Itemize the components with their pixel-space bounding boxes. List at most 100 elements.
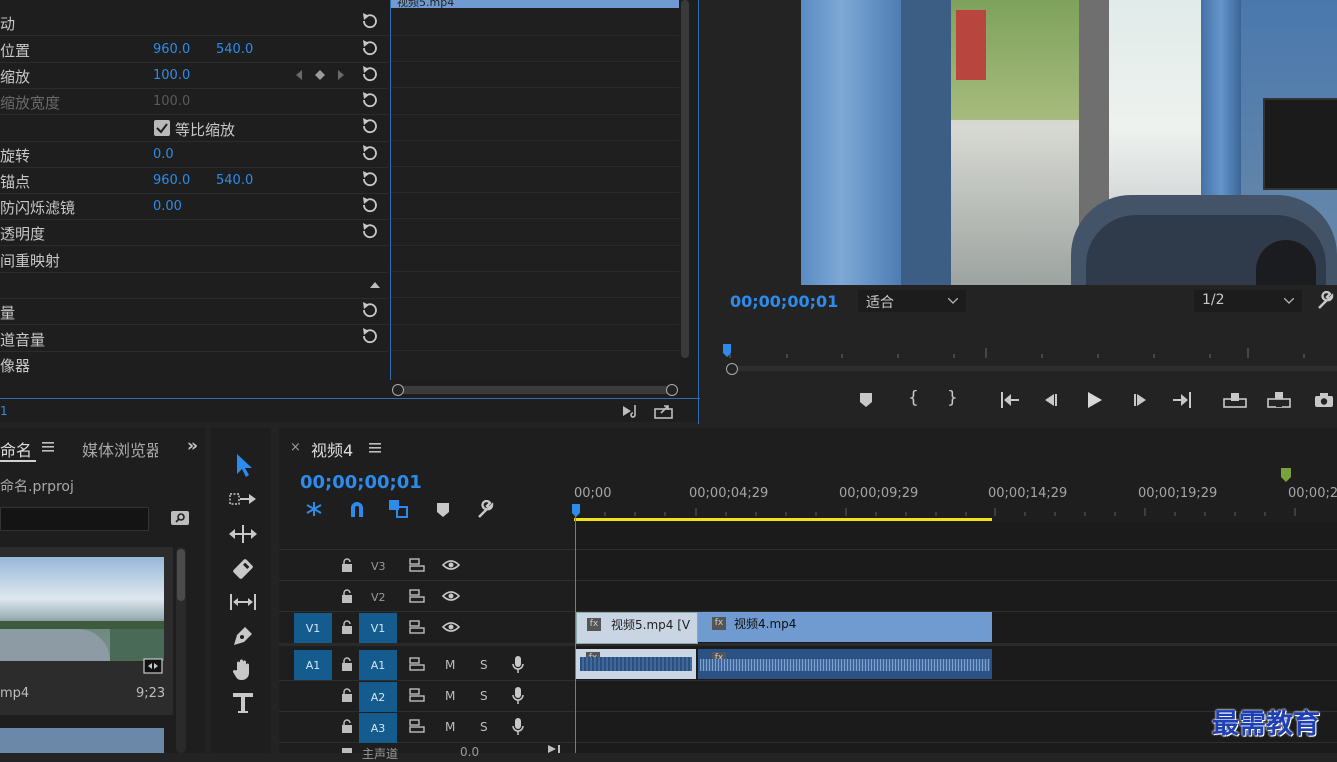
program-scrollbar[interactable] xyxy=(726,363,1337,375)
marker-icon[interactable] xyxy=(1281,468,1291,482)
razor-tool-icon[interactable] xyxy=(231,558,255,580)
sync-lock-icon[interactable] xyxy=(409,620,425,634)
program-video-frame[interactable] xyxy=(801,0,1337,285)
program-timecode[interactable]: 00;00;00;01 xyxy=(730,292,838,311)
source-patch-a1[interactable]: A1 xyxy=(294,650,332,680)
time-ruler[interactable]: 00;00 00;00;04;29 00;00;09;29 00;00;14;2… xyxy=(574,482,1337,522)
microphone-icon[interactable] xyxy=(512,687,524,705)
effect-row-panner[interactable]: 像器 xyxy=(0,351,388,377)
audio-clip-2[interactable]: fx xyxy=(698,649,992,679)
track-v3-label[interactable]: V3 xyxy=(371,560,386,573)
work-area-bar[interactable] xyxy=(574,518,992,521)
fx-badge-icon[interactable]: fx xyxy=(587,618,601,631)
track-a3-label[interactable]: A3 xyxy=(359,713,397,743)
project-thumbnail[interactable]: mp4 9;23 xyxy=(0,547,173,715)
panel-menu-icon[interactable] xyxy=(369,443,381,453)
play-audio-only-icon[interactable] xyxy=(621,403,641,419)
solo-button[interactable]: S xyxy=(480,689,488,703)
sync-lock-icon[interactable] xyxy=(409,589,425,603)
program-ruler[interactable] xyxy=(724,344,1337,358)
lock-icon[interactable] xyxy=(341,620,353,634)
eye-icon[interactable] xyxy=(442,559,460,571)
close-tab-icon[interactable]: × xyxy=(290,440,301,455)
reset-icon[interactable] xyxy=(360,91,378,109)
tab-sequence[interactable]: 视频4 xyxy=(311,437,353,461)
go-to-end-icon[interactable] xyxy=(548,745,564,753)
sync-lock-icon[interactable] xyxy=(409,657,425,671)
effect-hscrollbar[interactable] xyxy=(392,384,678,396)
project-search-input[interactable] xyxy=(0,507,149,531)
step-back-icon[interactable] xyxy=(1043,392,1059,408)
sync-lock-icon[interactable] xyxy=(409,719,425,733)
sync-lock-icon[interactable] xyxy=(409,558,425,572)
audio-clip-1[interactable]: fx xyxy=(576,649,696,679)
linked-selection-icon[interactable] xyxy=(388,499,410,519)
video-clip-1[interactable]: fx 视频5.mp4 [V xyxy=(576,612,698,644)
sequence-timecode[interactable]: 00;00;00;01 xyxy=(300,472,422,493)
reset-icon[interactable] xyxy=(360,327,378,345)
lock-icon[interactable] xyxy=(341,558,353,572)
video-clip-2[interactable]: fx 视频4.mp4 xyxy=(698,612,992,642)
add-marker-icon[interactable] xyxy=(860,393,872,407)
find-icon[interactable] xyxy=(171,511,189,525)
go-to-out-icon[interactable] xyxy=(1172,392,1192,408)
fx-badge-icon[interactable]: fx xyxy=(712,617,726,630)
reset-icon[interactable] xyxy=(360,301,378,319)
panel-menu-icon[interactable] xyxy=(42,442,54,452)
mark-out-icon[interactable]: } xyxy=(947,388,958,408)
export-frame-icon[interactable] xyxy=(654,403,674,419)
extract-icon[interactable] xyxy=(1267,391,1291,409)
track-select-tool-icon[interactable] xyxy=(229,490,257,508)
source-patch-v1[interactable]: V1 xyxy=(294,613,332,643)
project-thumbnail-2[interactable] xyxy=(0,728,164,753)
effect-vscrollbar[interactable] xyxy=(681,0,689,358)
lift-icon[interactable] xyxy=(1223,391,1247,409)
mark-in-icon[interactable]: { xyxy=(908,388,919,408)
play-icon[interactable] xyxy=(1087,391,1103,409)
sync-lock-icon[interactable] xyxy=(409,688,425,702)
tab-project[interactable]: 命名 xyxy=(0,437,32,461)
mute-button[interactable]: M xyxy=(445,689,455,703)
playhead-handle-icon[interactable] xyxy=(571,504,581,518)
reset-icon[interactable] xyxy=(360,117,378,135)
eye-icon[interactable] xyxy=(442,621,460,633)
reset-icon[interactable] xyxy=(360,222,378,240)
lock-icon[interactable] xyxy=(341,657,353,671)
timeline-settings-icon[interactable] xyxy=(476,500,496,520)
microphone-icon[interactable] xyxy=(512,718,524,736)
reset-icon[interactable] xyxy=(360,12,378,30)
lock-icon[interactable] xyxy=(341,688,353,702)
hand-tool-icon[interactable] xyxy=(231,658,255,682)
zoom-fit-select[interactable]: 适合 xyxy=(858,290,966,312)
timeline-playhead[interactable] xyxy=(575,504,576,753)
solo-button[interactable]: S xyxy=(480,658,488,672)
track-a2-label[interactable]: A2 xyxy=(359,682,397,712)
settings-wrench-icon[interactable] xyxy=(1316,291,1336,311)
selection-tool-icon[interactable] xyxy=(231,452,255,478)
eye-icon[interactable] xyxy=(442,590,460,602)
snap-magnet-icon[interactable] xyxy=(348,500,366,518)
lock-icon[interactable] xyxy=(341,719,353,733)
reset-icon[interactable] xyxy=(360,65,378,83)
lock-icon[interactable] xyxy=(341,746,353,753)
track-v2-label[interactable]: V2 xyxy=(371,591,386,604)
track-a1-label[interactable]: A1 xyxy=(359,650,397,680)
tab-media-browser[interactable]: 媒体浏览器 xyxy=(82,441,158,459)
pen-tool-icon[interactable] xyxy=(231,624,255,648)
track-v1-label[interactable]: V1 xyxy=(359,613,397,643)
more-panels-icon[interactable]: » xyxy=(187,436,198,456)
lock-icon[interactable] xyxy=(341,589,353,603)
solo-button[interactable]: S xyxy=(480,720,488,734)
ripple-edit-tool-icon[interactable] xyxy=(229,524,257,544)
type-tool-icon[interactable] xyxy=(232,692,254,716)
nest-toggle-icon[interactable] xyxy=(304,500,324,518)
program-playhead-icon[interactable] xyxy=(722,344,732,358)
microphone-icon[interactable] xyxy=(512,656,524,674)
mute-button[interactable]: M xyxy=(445,658,455,672)
master-volume-value[interactable]: 0.0 xyxy=(460,745,479,759)
export-frame-camera-icon[interactable] xyxy=(1314,392,1334,408)
mute-button[interactable]: M xyxy=(445,720,455,734)
effect-mini-timeline[interactable]: 视频5.mp4 xyxy=(390,0,681,380)
add-marker-icon[interactable] xyxy=(437,503,449,517)
step-forward-icon[interactable] xyxy=(1132,392,1148,408)
